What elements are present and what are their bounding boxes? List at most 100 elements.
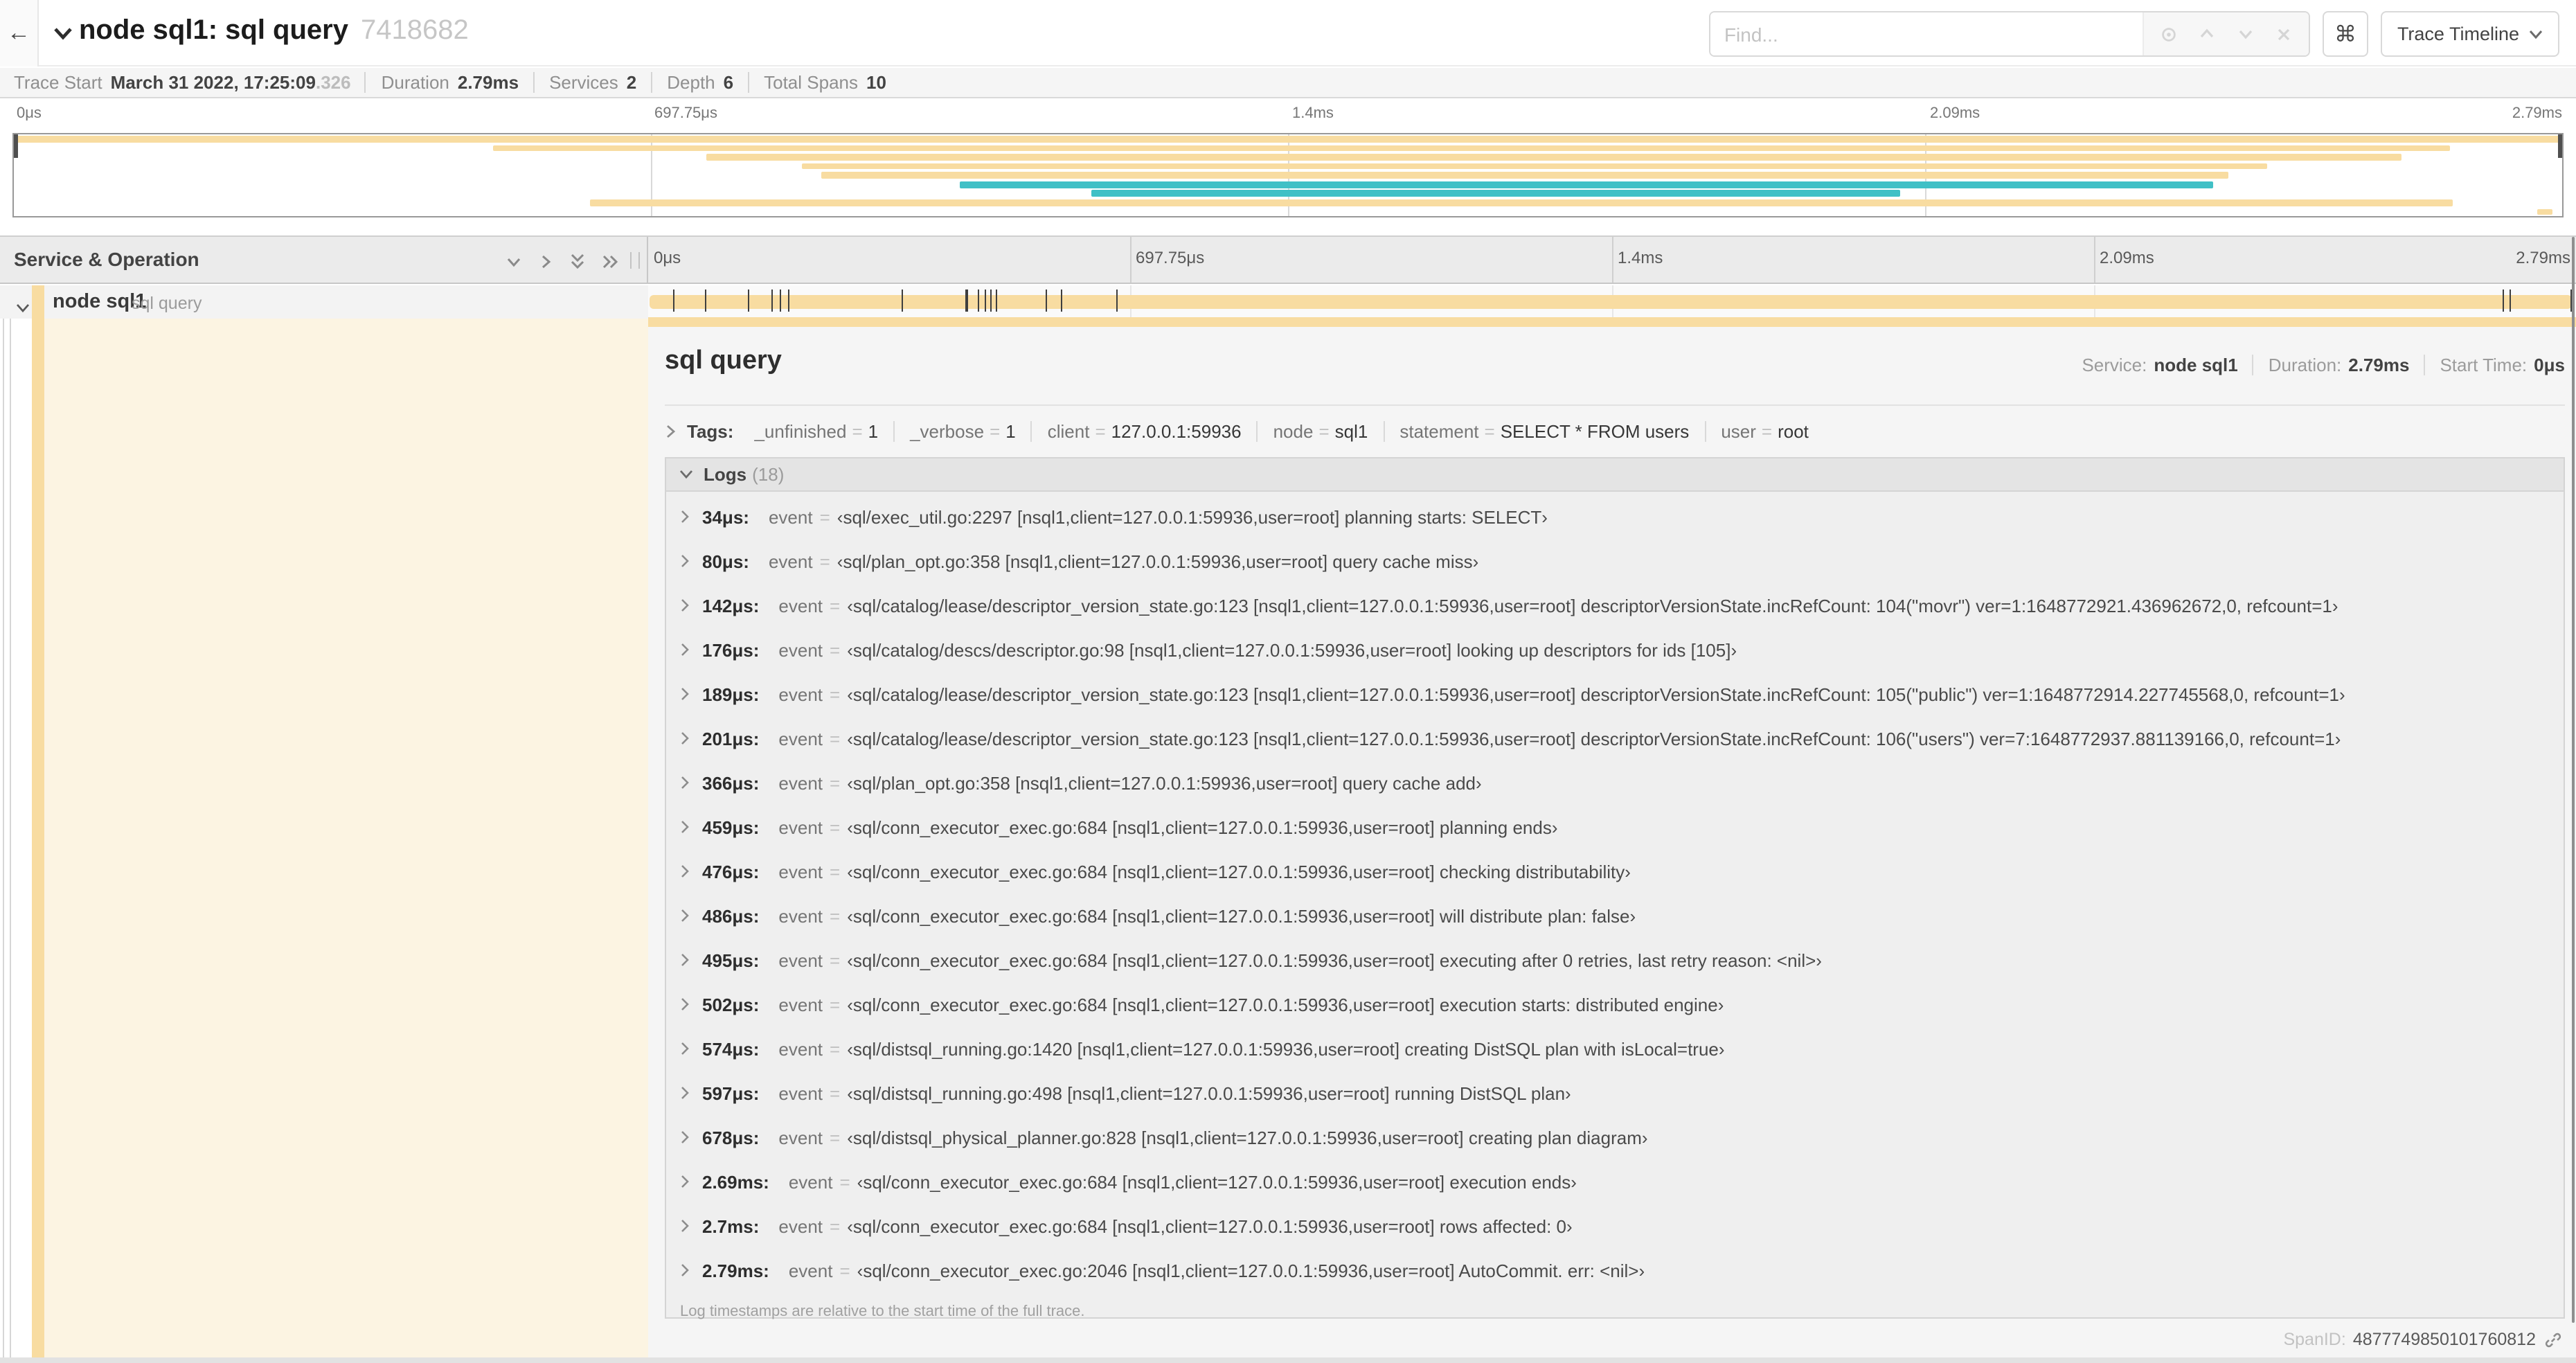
summary-item: Duration 2.79ms bbox=[364, 72, 519, 93]
span-row-timeline-cell[interactable] bbox=[648, 285, 2576, 319]
span-row-name-cell[interactable]: node sql1 sql query bbox=[0, 285, 648, 319]
expand-all-icon[interactable] bbox=[601, 253, 619, 269]
span-log-marker bbox=[787, 289, 790, 312]
next-result-icon[interactable] bbox=[2232, 20, 2260, 48]
chevron-right-icon bbox=[681, 1087, 689, 1099]
logs-footnote: Log timestamps are relative to the start… bbox=[680, 1303, 1085, 1320]
view-select-button[interactable]: Trace Timeline bbox=[2380, 11, 2559, 57]
tree-guide-line bbox=[3, 319, 4, 1357]
log-row[interactable]: 176μs: event = ‹sql/catalog/descs/descri… bbox=[666, 627, 2564, 672]
minimap-scrubber-left[interactable] bbox=[14, 134, 18, 158]
collapse-all-icon[interactable] bbox=[569, 252, 586, 270]
minimap-canvas[interactable] bbox=[12, 133, 2564, 217]
minimap-span-bars bbox=[14, 136, 2562, 216]
span-id-row: SpanID: 4877749850101760812 bbox=[2283, 1330, 2562, 1349]
span-log-marker bbox=[965, 289, 967, 312]
summary-item: Total Spans 10 bbox=[747, 72, 886, 93]
log-row[interactable]: 502μs: event = ‹sql/conn_executor_exec.g… bbox=[666, 982, 2564, 1026]
logs-header[interactable]: Logs (18) bbox=[666, 458, 2564, 492]
logs-list: 34μs: event = ‹sql/exec_util.go:2297 [ns… bbox=[666, 492, 2564, 1292]
log-row[interactable]: 574μs: event = ‹sql/distsql_running.go:1… bbox=[666, 1026, 2564, 1071]
span-log-marker bbox=[1116, 289, 1118, 312]
chevron-right-icon bbox=[681, 776, 689, 789]
tag-item: user = root bbox=[1704, 420, 1824, 441]
log-row[interactable]: 476μs: event = ‹sql/conn_executor_exec.g… bbox=[666, 849, 2564, 893]
log-row[interactable]: 495μs: event = ‹sql/conn_executor_exec.g… bbox=[666, 938, 2564, 982]
tag-item: statement = SELECT * FROM users bbox=[1383, 420, 1704, 441]
span-detail-tint bbox=[44, 319, 648, 1357]
chevron-right-icon bbox=[681, 510, 689, 523]
chevron-right-icon bbox=[681, 732, 689, 745]
span-log-marker bbox=[771, 289, 773, 312]
ruler-tick-label: 2.09ms bbox=[2100, 248, 2154, 267]
vertical-scrollbar[interactable] bbox=[2572, 237, 2575, 1323]
span-collapse-chevron-icon[interactable] bbox=[15, 296, 30, 321]
log-row[interactable]: 201μs: event = ‹sql/catalog/lease/descri… bbox=[666, 716, 2564, 760]
minimap-span-bar bbox=[14, 136, 2562, 143]
minimap-scrubber-right[interactable] bbox=[2558, 134, 2562, 158]
tag-item: _verbose = 1 bbox=[893, 420, 1031, 441]
log-row[interactable]: 2.79ms: event = ‹sql/conn_executor_exec.… bbox=[666, 1248, 2564, 1292]
column-resize-grip[interactable] bbox=[630, 252, 640, 269]
command-icon: ⌘ bbox=[2334, 23, 2356, 46]
log-row[interactable]: 34μs: event = ‹sql/exec_util.go:2297 [ns… bbox=[666, 495, 2564, 539]
minimap-tick-label: 2.79ms bbox=[2512, 105, 2562, 122]
ruler-tick-label: 2.79ms bbox=[2516, 248, 2570, 267]
chevron-right-icon bbox=[681, 954, 689, 966]
header-toolbar: ⌘ Trace Timeline bbox=[1708, 11, 2559, 57]
log-row[interactable]: 80μs: event = ‹sql/plan_opt.go:358 [nsql… bbox=[666, 539, 2564, 583]
span-duration-bar[interactable] bbox=[650, 289, 2573, 312]
chevron-right-icon bbox=[681, 1175, 689, 1188]
ruler-tick-label: 0μs bbox=[654, 248, 681, 267]
expand-one-icon[interactable] bbox=[537, 253, 554, 269]
log-row[interactable]: 459μs: event = ‹sql/conn_executor_exec.g… bbox=[666, 805, 2564, 849]
span-log-marker bbox=[779, 289, 782, 312]
minimap-span-bar bbox=[589, 199, 2453, 206]
clear-find-icon[interactable] bbox=[2270, 20, 2298, 48]
log-row[interactable]: 597μs: event = ‹sql/distsql_running.go:4… bbox=[666, 1071, 2564, 1115]
tags-accordion[interactable]: Tags: _unfinished = 1 _verbose = 1 client = 12… bbox=[665, 417, 2565, 445]
minimap-span-bar bbox=[1091, 190, 1900, 197]
logs-title: Logs bbox=[704, 464, 747, 485]
span-log-marker bbox=[1045, 289, 1047, 312]
chevron-right-icon bbox=[681, 1131, 689, 1143]
prev-result-icon[interactable] bbox=[2193, 20, 2221, 48]
trace-collapse-chevron-icon[interactable] bbox=[53, 24, 73, 48]
log-row[interactable]: 678μs: event = ‹sql/distsql_physical_pla… bbox=[666, 1115, 2564, 1159]
log-row[interactable]: 486μs: event = ‹sql/conn_executor_exec.g… bbox=[666, 893, 2564, 938]
ruler-tick-labels: 0μs 697.75μs 1.4ms 2.09ms 2.79ms bbox=[648, 237, 2576, 283]
tree-controls bbox=[506, 252, 619, 270]
minimap-span-bar bbox=[959, 181, 2213, 188]
span-log-marker bbox=[990, 289, 992, 312]
log-row[interactable]: 2.69ms: event = ‹sql/conn_executor_exec.… bbox=[666, 1159, 2564, 1204]
trace-minimap: 0μs 697.75μs 1.4ms 2.09ms 2.79ms bbox=[0, 100, 2576, 230]
trace-timeline-page: ← node sql1: sql query 7418682 Find... ⌘… bbox=[0, 0, 2576, 1363]
log-row[interactable]: 2.7ms: event = ‹sql/conn_executor_exec.g… bbox=[666, 1204, 2564, 1248]
log-row[interactable]: 189μs: event = ‹sql/catalog/lease/descri… bbox=[666, 672, 2564, 716]
trace-name: node sql1: sql query bbox=[79, 15, 348, 46]
span-log-marker bbox=[672, 289, 675, 312]
span-log-marker bbox=[747, 289, 749, 312]
chevron-right-icon bbox=[681, 909, 689, 922]
back-button[interactable]: ← bbox=[0, 0, 39, 66]
locate-icon[interactable] bbox=[2155, 20, 2183, 48]
meta-item: Start Time: 0μs bbox=[2423, 355, 2565, 375]
minimap-tick-label: 0μs bbox=[17, 105, 42, 122]
keyboard-shortcuts-button[interactable]: ⌘ bbox=[2322, 11, 2368, 57]
span-log-marker bbox=[2510, 289, 2512, 312]
link-icon[interactable] bbox=[2544, 1330, 2562, 1348]
find-suffix-buttons bbox=[2142, 12, 2309, 55]
summary-item: Depth 6 bbox=[650, 72, 733, 93]
span-log-marker bbox=[2503, 289, 2505, 312]
tag-item: node = sql1 bbox=[1256, 420, 1384, 441]
page-title: node sql1: sql query 7418682 bbox=[79, 15, 469, 47]
span-id-value: 4877749850101760812 bbox=[2352, 1330, 2536, 1349]
trace-summary-bar: Trace Start March 31 2022, 17:25:09 .326… bbox=[0, 68, 2576, 98]
span-log-marker bbox=[1061, 289, 1063, 312]
log-row[interactable]: 366μs: event = ‹sql/plan_opt.go:358 [nsq… bbox=[666, 760, 2564, 805]
log-row[interactable]: 142μs: event = ‹sql/catalog/lease/descri… bbox=[666, 583, 2564, 627]
minimap-tick-label: 697.75μs bbox=[654, 105, 717, 122]
find-input[interactable] bbox=[1710, 12, 2143, 55]
collapse-one-icon[interactable] bbox=[506, 253, 522, 269]
span-color-stripe bbox=[32, 319, 44, 1357]
